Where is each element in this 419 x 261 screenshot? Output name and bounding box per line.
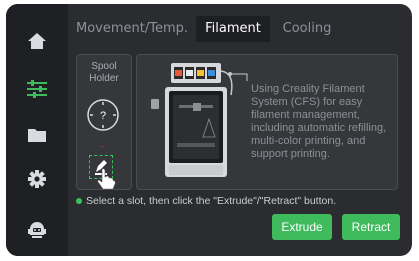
- cfs-info-panel: Using Creality Filament System (CFS) for…: [136, 54, 398, 190]
- spool-dial[interactable]: ?: [87, 99, 119, 131]
- sidebar: [6, 4, 68, 256]
- retract-button[interactable]: Retract: [342, 214, 400, 240]
- sliders-icon: [27, 80, 47, 98]
- tap-hand-icon: [97, 168, 116, 190]
- robot-icon: [28, 222, 46, 238]
- slot-marker: --: [99, 142, 105, 151]
- folder-icon: [28, 129, 46, 142]
- sidebar-item-settings[interactable]: [22, 164, 52, 194]
- cfs-description: Using Creality Filament System (CFS) for…: [251, 83, 387, 160]
- spool-holder-title: Spool Holder: [89, 61, 119, 84]
- printer-screen: Movement/Temp. Filament Cooling Spool Ho…: [6, 4, 412, 256]
- spool-slot-label: ?: [100, 110, 106, 122]
- tab-cooling[interactable]: Cooling: [274, 16, 340, 42]
- gear-icon: [28, 170, 46, 188]
- sidebar-item-controls[interactable]: [22, 74, 52, 104]
- sidebar-item-home[interactable]: [22, 26, 52, 56]
- sidebar-item-assistant[interactable]: [22, 214, 52, 244]
- spool-holder-panel: Spool Holder ? --: [76, 54, 132, 190]
- sidebar-item-files[interactable]: [22, 120, 52, 150]
- home-icon: [28, 33, 46, 49]
- tab-filament[interactable]: Filament: [196, 16, 270, 42]
- hint-text: Select a slot, then click the "Extrude"/…: [86, 195, 337, 207]
- instruction-hint: Select a slot, then click the "Extrude"/…: [76, 194, 406, 208]
- tab-bar: Movement/Temp. Filament Cooling: [68, 12, 412, 48]
- extrude-button[interactable]: Extrude: [272, 214, 332, 240]
- spool-dial-icon: ?: [87, 99, 119, 131]
- tab-movement-temp[interactable]: Movement/Temp.: [76, 16, 188, 42]
- callout-line-icon: [228, 72, 248, 81]
- hint-dot-icon: [76, 198, 82, 205]
